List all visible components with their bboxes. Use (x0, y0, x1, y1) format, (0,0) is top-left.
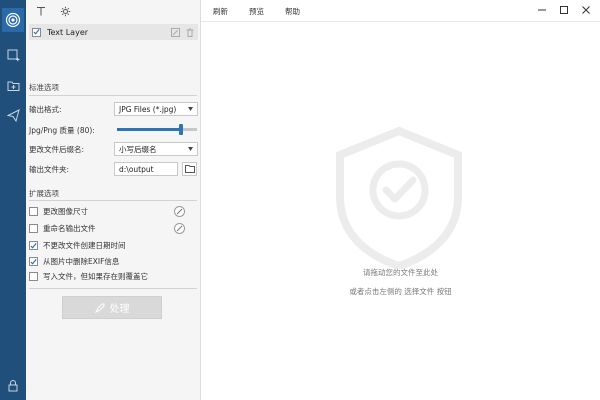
remove-exif-checkbox[interactable] (29, 257, 38, 266)
drop-zone[interactable]: 请拖动您的文件至此处 或者点击左侧的 选择文件 按钮 (201, 22, 600, 400)
folder-icon (184, 165, 195, 173)
option-remove-exif[interactable]: 从图片中删除EXIF信息 (29, 255, 199, 268)
keep-date-label: 不更改文件创建日期时间 (43, 241, 126, 250)
layer-row[interactable]: Text Layer (29, 24, 198, 40)
close-icon[interactable] (579, 3, 593, 17)
option-overwrite[interactable]: 写入文件，但如果存在则覆盖它 (29, 270, 199, 283)
output-folder-input[interactable]: d:\output (114, 162, 178, 176)
rocket-icon (94, 303, 104, 313)
shield-check-icon (336, 127, 462, 269)
option-rename[interactable]: 重命名输出文件 (29, 222, 199, 235)
menu-refresh[interactable]: 刷新 (213, 6, 228, 17)
panel-toolbar (26, 0, 200, 22)
menu-preview[interactable]: 预览 (249, 6, 264, 17)
quality-slider-fill (117, 128, 181, 131)
output-format-select[interactable]: JPG Files (*.jpg) (114, 102, 198, 116)
divider (29, 288, 197, 289)
layer-name: Text Layer (47, 27, 89, 37)
keep-date-checkbox[interactable] (29, 241, 38, 250)
chevron-down-icon (188, 107, 193, 111)
output-format-label: 输出格式: (29, 104, 62, 114)
rename-checkbox[interactable] (29, 224, 38, 233)
rename-value: 小写后缀名 (119, 144, 157, 154)
overwrite-label: 写入文件，但如果存在则覆盖它 (43, 272, 148, 281)
resize-settings-icon[interactable] (174, 206, 185, 217)
quality-label: Jpg/Png 质量 (80): (29, 125, 95, 135)
standard-options-title: 标准选项 (29, 83, 59, 92)
edit-layer-icon[interactable] (170, 27, 181, 38)
divider (29, 200, 197, 201)
settings-icon[interactable] (57, 3, 73, 19)
overwrite-checkbox[interactable] (29, 272, 38, 281)
resize-label: 更改图像尺寸 (43, 207, 88, 216)
divider (29, 95, 197, 96)
left-rail (0, 0, 26, 400)
layer-visible-checkbox[interactable] (32, 27, 41, 37)
chevron-down-icon (188, 147, 193, 151)
settings-panel: Text Layer 标准选项 输出格式: JPG Files (*.jpg) … (26, 0, 201, 400)
text-tool-icon[interactable] (33, 3, 49, 19)
rename-settings-icon[interactable] (174, 223, 185, 234)
maximize-icon[interactable] (557, 3, 571, 17)
process-button[interactable]: 处理 (62, 296, 162, 319)
quality-slider-thumb[interactable] (179, 124, 183, 135)
output-format-value: JPG Files (*.jpg) (119, 104, 177, 114)
option-resize[interactable]: 更改图像尺寸 (29, 205, 199, 218)
minimize-icon[interactable] (535, 3, 549, 17)
menu-help[interactable]: 帮助 (285, 6, 300, 17)
menu-bar: 刷新 预览 帮助 (201, 0, 600, 22)
lock-icon[interactable] (5, 377, 21, 393)
resize-checkbox[interactable] (29, 207, 38, 216)
add-image-icon[interactable] (5, 47, 21, 63)
rename-label: 更改文件后缀名: (29, 144, 85, 154)
drop-hint-secondary: 或者点击左侧的 选择文件 按钮 (349, 287, 452, 296)
rename-select[interactable]: 小写后缀名 (114, 142, 198, 156)
extended-options-title: 扩展选项 (29, 189, 59, 198)
process-label: 处理 (109, 304, 130, 315)
send-icon[interactable] (5, 107, 21, 123)
quality-slider[interactable] (117, 124, 197, 135)
app-logo-icon[interactable] (2, 8, 24, 32)
add-folder-icon[interactable] (5, 77, 21, 93)
option-keep-date[interactable]: 不更改文件创建日期时间 (29, 239, 199, 252)
remove-exif-label: 从图片中删除EXIF信息 (43, 257, 120, 266)
drop-hint-primary: 请拖动您的文件至此处 (363, 268, 438, 277)
output-folder-label: 输出文件夹: (29, 164, 70, 174)
rename-output-label: 重命名输出文件 (43, 224, 96, 233)
browse-folder-button[interactable] (182, 162, 197, 176)
delete-layer-icon[interactable] (184, 27, 195, 38)
